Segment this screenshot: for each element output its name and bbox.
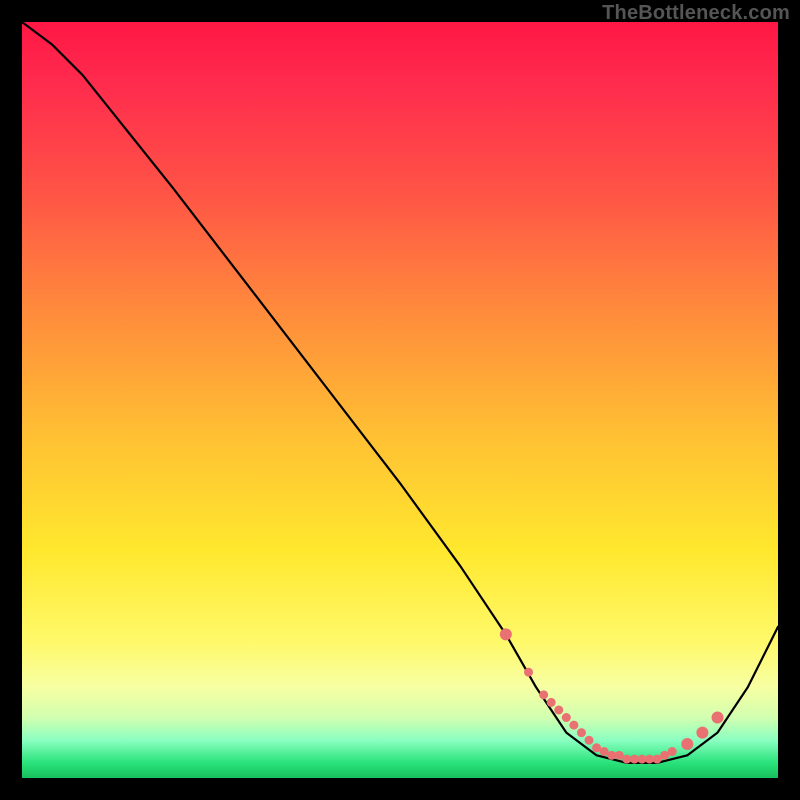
marker-dot [681, 738, 693, 750]
chart-plot [22, 22, 778, 778]
marker-dot [569, 721, 578, 730]
marker-dot [539, 690, 548, 699]
marker-dot [524, 668, 533, 677]
attribution-text: TheBottleneck.com [602, 2, 790, 25]
chart-frame [22, 22, 778, 778]
marker-dot [500, 628, 512, 640]
marker-dot [554, 705, 563, 714]
marker-dot [585, 736, 594, 745]
marker-dot [577, 728, 586, 737]
marker-dot [562, 713, 571, 722]
highlight-markers [500, 628, 724, 763]
marker-dot [547, 698, 556, 707]
marker-dot [696, 727, 708, 739]
curve-line [22, 22, 778, 763]
marker-dot [668, 747, 677, 756]
marker-dot [712, 712, 724, 724]
